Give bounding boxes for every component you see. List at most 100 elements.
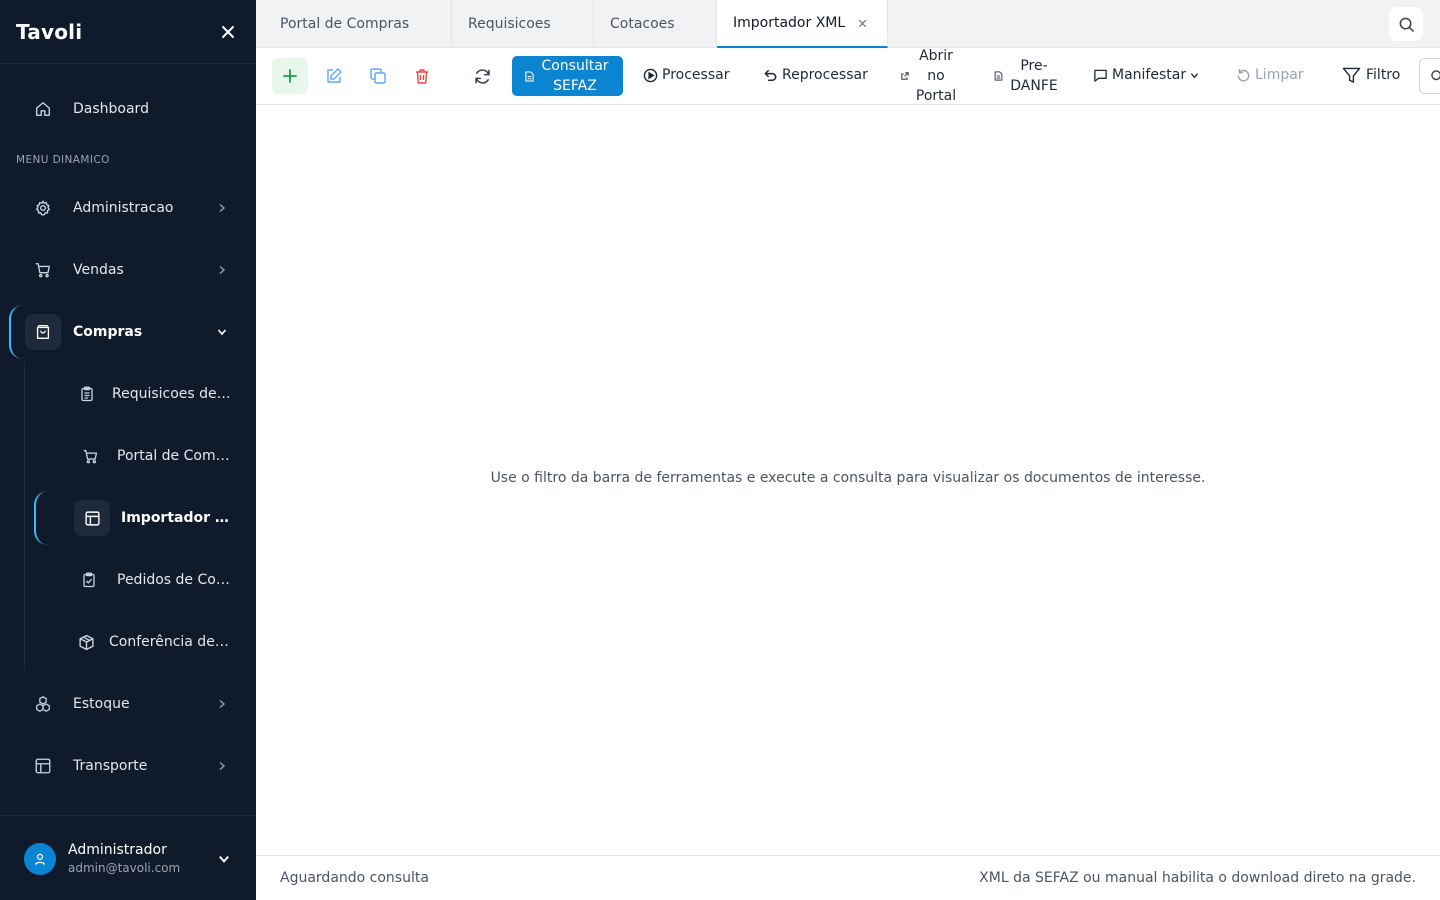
tab-close-button[interactable]	[855, 16, 869, 30]
user-profile: Administrador admin@tavoli.com	[0, 815, 256, 900]
sidebar-item-administracao[interactable]: Administracao	[0, 184, 256, 232]
tab-bar: Portal de Compras Requisicoes Cotacoes I…	[256, 0, 1440, 48]
chevron-right-icon	[214, 696, 230, 712]
tab-portal-de-compras[interactable]: Portal de Compras	[256, 0, 452, 48]
status-bar: Aguardando consulta XML da SEFAZ ou manu…	[256, 855, 1440, 900]
clipboard-list-icon	[78, 385, 96, 403]
user-icon	[34, 853, 46, 865]
sidebar-item-estoque[interactable]: Estoque	[0, 680, 256, 728]
refresh-button[interactable]	[464, 58, 500, 94]
avatar[interactable]	[24, 843, 56, 875]
toolbar-search-input[interactable]	[1419, 58, 1440, 94]
sidebar: Tavoli Dashboard MENU DINAMICO Administr…	[0, 0, 256, 900]
sidebar-subitem-pedidos[interactable]: Pedidos de Compras	[0, 556, 256, 604]
sidebar-item-label: Vendas	[73, 262, 124, 278]
reset-icon	[1235, 67, 1251, 83]
sidebar-item-transporte[interactable]: Transporte	[0, 742, 256, 790]
tab-cotacoes[interactable]: Cotacoes	[594, 0, 717, 48]
limpar-button[interactable]: Limpar	[1235, 67, 1304, 83]
chevron-right-icon	[214, 758, 230, 774]
search-icon	[1431, 70, 1440, 81]
sidebar-subitem-label: Portal de Compras	[117, 448, 232, 464]
status-text: Aguardando consulta	[280, 870, 429, 886]
document-icon	[522, 69, 536, 83]
duplicate-button[interactable]	[360, 58, 396, 94]
home-icon	[33, 99, 53, 119]
processar-button[interactable]: Processar	[642, 67, 729, 83]
reprocessar-label: Reprocessar	[782, 67, 868, 83]
user-name: Administrador	[68, 842, 167, 858]
sidebar-subitem-portal[interactable]: Portal de Compras	[0, 432, 256, 480]
refresh-icon	[474, 68, 490, 84]
external-link-icon	[899, 70, 911, 82]
processar-label: Processar	[662, 67, 730, 83]
message-icon	[1092, 67, 1108, 83]
sidebar-item-label: Administracao	[73, 200, 174, 216]
close-icon	[858, 19, 866, 27]
manifestar-dropdown[interactable]: Manifestar	[1092, 67, 1199, 83]
sidebar-header: Tavoli	[0, 0, 256, 64]
user-email: admin@tavoli.com	[68, 861, 181, 875]
tab-label: Portal de Compras	[280, 16, 410, 32]
reprocessar-button[interactable]: Reprocessar	[762, 67, 868, 83]
file-icon	[992, 70, 1004, 82]
close-icon	[222, 25, 234, 38]
pre-danfe-button[interactable]: Pre-DANFE	[1006, 56, 1062, 96]
status-hint: XML da SEFAZ ou manual habilita o downlo…	[979, 870, 1416, 886]
sidebar-subitem-requisicoes[interactable]: Requisicoes de Compras	[0, 370, 256, 418]
limpar-label: Limpar	[1255, 67, 1304, 83]
tab-importador-xml[interactable]: Importador XML	[717, 0, 888, 48]
tab-label: Cotacoes	[610, 16, 675, 32]
layout-icon	[33, 756, 53, 776]
sidebar-item-label: Compras	[73, 324, 143, 340]
chevron-down-icon	[214, 324, 230, 340]
plus-icon	[283, 69, 297, 83]
delete-button[interactable]	[404, 58, 440, 94]
cart-icon	[33, 260, 53, 280]
sidebar-item-label: Estoque	[73, 696, 130, 712]
sidebar-item-label: Transporte	[73, 758, 148, 774]
boxes-icon	[33, 694, 53, 714]
package-icon	[77, 633, 95, 651]
chevron-down-icon	[219, 855, 229, 863]
pre-danfe-label: Pre-DANFE	[1010, 58, 1058, 94]
sidebar-item-label: Dashboard	[73, 101, 149, 117]
user-menu-toggle[interactable]	[216, 851, 232, 867]
tab-requisicoes[interactable]: Requisicoes	[452, 0, 594, 48]
play-circle-icon	[642, 67, 658, 83]
close-sidebar-button[interactable]	[216, 20, 240, 44]
app-logo: Tavoli	[16, 19, 83, 44]
chevron-down-icon	[1190, 71, 1199, 80]
global-search-button[interactable]	[1389, 7, 1423, 41]
edit-icon	[327, 68, 342, 83]
filtro-button[interactable]: Filtro	[1341, 67, 1400, 83]
empty-state-message: Use o filtro da barra de ferramentas e e…	[490, 470, 1206, 486]
sidebar-subitem-label: Requisicoes de Compras	[112, 386, 232, 402]
shopping-bag-icon	[33, 322, 53, 342]
sidebar-subitem-importador-xml[interactable]: Importador XML	[0, 494, 256, 542]
clipboard-check-icon	[80, 571, 98, 589]
sidebar-subitem-label: Pedidos de Compras	[117, 572, 232, 588]
abrir-no-portal-button[interactable]: Abrir no Portal	[911, 46, 961, 106]
toolbar: Consultar SEFAZ Processar Reprocessar Ab…	[256, 48, 1440, 105]
sidebar-subitem-conferencia[interactable]: Conferência de Recebimento	[0, 618, 256, 666]
sidebar-item-dashboard[interactable]: Dashboard	[0, 85, 256, 133]
consultar-sefaz-label: Consultar SEFAZ	[541, 58, 609, 94]
edit-button[interactable]	[316, 58, 352, 94]
layout-icon	[83, 509, 101, 527]
chevron-right-icon	[214, 262, 230, 278]
cart-icon	[81, 447, 99, 465]
sidebar-item-vendas[interactable]: Vendas	[0, 246, 256, 294]
consultar-sefaz-button[interactable]: Consultar SEFAZ	[512, 56, 623, 96]
filtro-label: Filtro	[1366, 67, 1401, 83]
search-icon	[1399, 17, 1414, 32]
tab-label: Requisicoes	[468, 16, 551, 32]
chevron-right-icon	[214, 200, 230, 216]
sidebar-subitem-label: Importador XML	[121, 510, 231, 526]
add-button[interactable]	[272, 58, 308, 94]
trash-icon	[416, 69, 428, 84]
gear-icon	[33, 198, 53, 218]
copy-icon	[370, 68, 386, 84]
abrir-no-portal-label: Abrir no Portal	[915, 48, 957, 104]
sidebar-item-compras[interactable]: Compras	[0, 308, 256, 356]
